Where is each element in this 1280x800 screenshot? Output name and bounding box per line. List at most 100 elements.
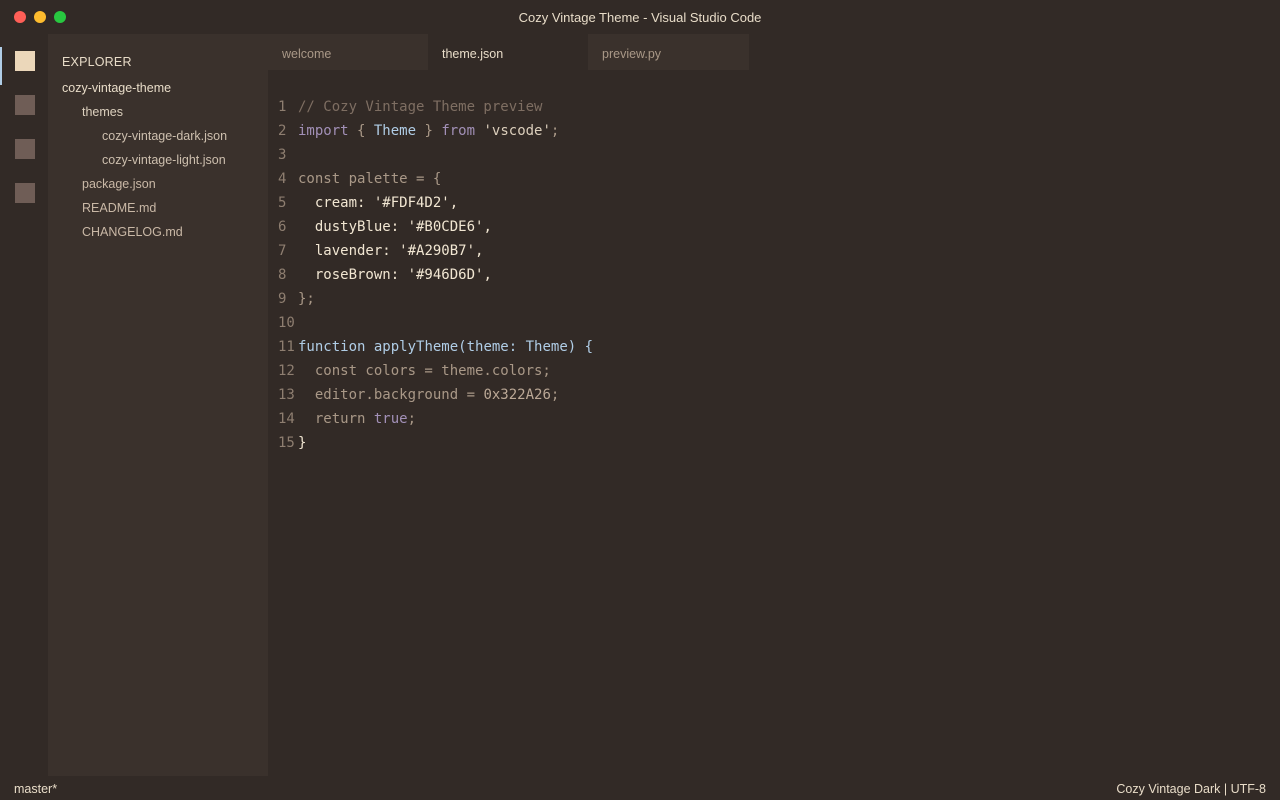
code-text: }; [298, 287, 315, 311]
code-token: ; [407, 411, 417, 427]
code-text: lavender: '#A290B7', [298, 239, 484, 263]
code-line[interactable]: 4 const palette = { [268, 167, 441, 191]
code-line[interactable]: 10 [268, 311, 298, 335]
code-line[interactable]: 15} [268, 431, 306, 455]
tab-preview-py[interactable]: preview.py [588, 34, 749, 70]
code-token: { [348, 123, 374, 139]
code-token: ; [550, 387, 560, 403]
tab-welcome[interactable]: welcome [268, 34, 428, 70]
code-token: '#946D6D' [407, 267, 484, 283]
tree-file-package[interactable]: package.json [82, 177, 156, 191]
code-token: roseBrown: [298, 267, 408, 283]
code-editor[interactable]: 1 // Cozy Vintage Theme preview 2 import { … [268, 70, 1280, 776]
git-branch-status[interactable]: master* [14, 782, 57, 796]
window-title: Cozy Vintage Theme - Visual Studio Code [518, 10, 762, 25]
theme-encoding-status[interactable]: Cozy Vintage Dark | UTF-8 [1116, 782, 1266, 796]
code-token: Theme [373, 123, 417, 139]
code-text: const colors = theme.colors; [298, 359, 551, 383]
files-icon[interactable] [15, 51, 35, 71]
code-line[interactable]: 3 [268, 143, 298, 167]
tree-file-dark-theme[interactable]: cozy-vintage-dark.json [102, 129, 227, 143]
code-token: , [483, 267, 492, 283]
line-number: 11 [278, 339, 295, 355]
code-token: ; [550, 123, 560, 139]
code-text: // Cozy Vintage Theme preview [298, 95, 542, 119]
tree-folder-themes[interactable]: themes [82, 105, 123, 119]
line-number: 3 [278, 147, 287, 163]
line-number: 13 [278, 387, 295, 403]
tree-file-readme[interactable]: README.md [82, 201, 156, 215]
code-text: function applyTheme(theme: Theme) { [298, 335, 593, 359]
code-line[interactable]: 1 // Cozy Vintage Theme preview [268, 95, 542, 119]
code-token: // Cozy Vintage Theme preview [298, 99, 543, 115]
status-bar: master* Cozy Vintage Dark | UTF-8 [0, 776, 1280, 800]
tab-theme-json[interactable]: theme.json [428, 34, 588, 70]
vscode-window: Cozy Vintage Theme - Visual Studio Code … [0, 0, 1280, 800]
code-token: } [416, 123, 442, 139]
search-icon[interactable] [15, 95, 35, 115]
code-line[interactable]: 11 function applyTheme(theme: Theme) { [268, 335, 593, 359]
code-text: const palette = { [298, 167, 441, 191]
code-token: const colors = theme.colors; [298, 363, 551, 379]
line-number: 5 [278, 195, 287, 211]
code-line[interactable]: 2 import { Theme } from 'vscode'; [268, 119, 559, 143]
code-token: dustyBlue: [298, 219, 408, 235]
code-line[interactable]: 12 const colors = theme.colors; [268, 359, 551, 383]
code-line[interactable]: 7 lavender: '#A290B7', [268, 239, 483, 263]
code-token: applyTheme( [365, 339, 467, 355]
code-text: roseBrown: '#946D6D', [298, 263, 492, 287]
line-number: 8 [278, 267, 287, 283]
code-line[interactable]: 14 return true; [268, 407, 416, 431]
active-indicator [0, 47, 2, 85]
explorer-sidebar: EXPLORER cozy-vintage-theme themes cozy-… [48, 34, 268, 776]
code-token: } [298, 435, 307, 451]
code-token: function [298, 339, 366, 355]
code-token: cream: [298, 195, 374, 211]
code-text: return true; [298, 407, 416, 431]
code-token: , [475, 243, 484, 259]
code-token: import [298, 123, 349, 139]
line-number: 7 [278, 243, 287, 259]
code-text: editor.background = 0x322A26; [298, 383, 559, 407]
line-number: 10 [278, 315, 295, 331]
tree-file-light-theme[interactable]: cozy-vintage-light.json [102, 153, 226, 167]
activity-bar [0, 34, 48, 776]
line-number: 2 [278, 123, 287, 139]
tree-file-changelog[interactable]: CHANGELOG.md [82, 225, 183, 239]
code-token: }; [298, 291, 315, 307]
code-token: Theme [525, 339, 568, 355]
code-token: , [449, 195, 459, 211]
line-number: 12 [278, 363, 295, 379]
code-token: from [441, 123, 476, 139]
code-token: 'vscode' [483, 123, 551, 139]
title-bar: Cozy Vintage Theme - Visual Studio Code [0, 0, 1280, 34]
code-line[interactable]: 5 cream: '#FDF4D2', [268, 191, 458, 215]
code-text: import { Theme } from 'vscode'; [298, 119, 559, 143]
line-number: 6 [278, 219, 287, 235]
tab-bar: welcome theme.json preview.py [268, 34, 1280, 70]
tree-folder-root[interactable]: cozy-vintage-theme [62, 81, 171, 95]
code-token: ) { [567, 339, 594, 355]
code-token: '#A290B7' [399, 243, 476, 259]
extensions-icon[interactable] [15, 183, 35, 203]
line-number: 9 [278, 291, 287, 307]
code-token: lavender: [298, 243, 400, 259]
code-line[interactable]: 6 dustyBlue: '#B0CDE6', [268, 215, 492, 239]
code-token: '#FDF4D2' [373, 195, 450, 211]
line-number: 14 [278, 411, 295, 427]
code-text: dustyBlue: '#B0CDE6', [298, 215, 492, 239]
code-token: '#B0CDE6' [407, 219, 484, 235]
line-number: 15 [278, 435, 295, 451]
code-token: true [373, 411, 408, 427]
code-line[interactable]: 13 editor.background = 0x322A26; [268, 383, 559, 407]
code-text: } [298, 431, 306, 455]
line-number: 1 [278, 99, 287, 115]
source-control-icon[interactable] [15, 139, 35, 159]
code-token: const palette = { [298, 171, 442, 187]
code-line[interactable]: 8 roseBrown: '#946D6D', [268, 263, 492, 287]
code-token: editor.background = [298, 387, 484, 403]
code-text: cream: '#FDF4D2', [298, 191, 458, 215]
code-token: return [298, 411, 374, 427]
code-line[interactable]: 9}; [268, 287, 315, 311]
explorer-title: EXPLORER [62, 55, 132, 69]
